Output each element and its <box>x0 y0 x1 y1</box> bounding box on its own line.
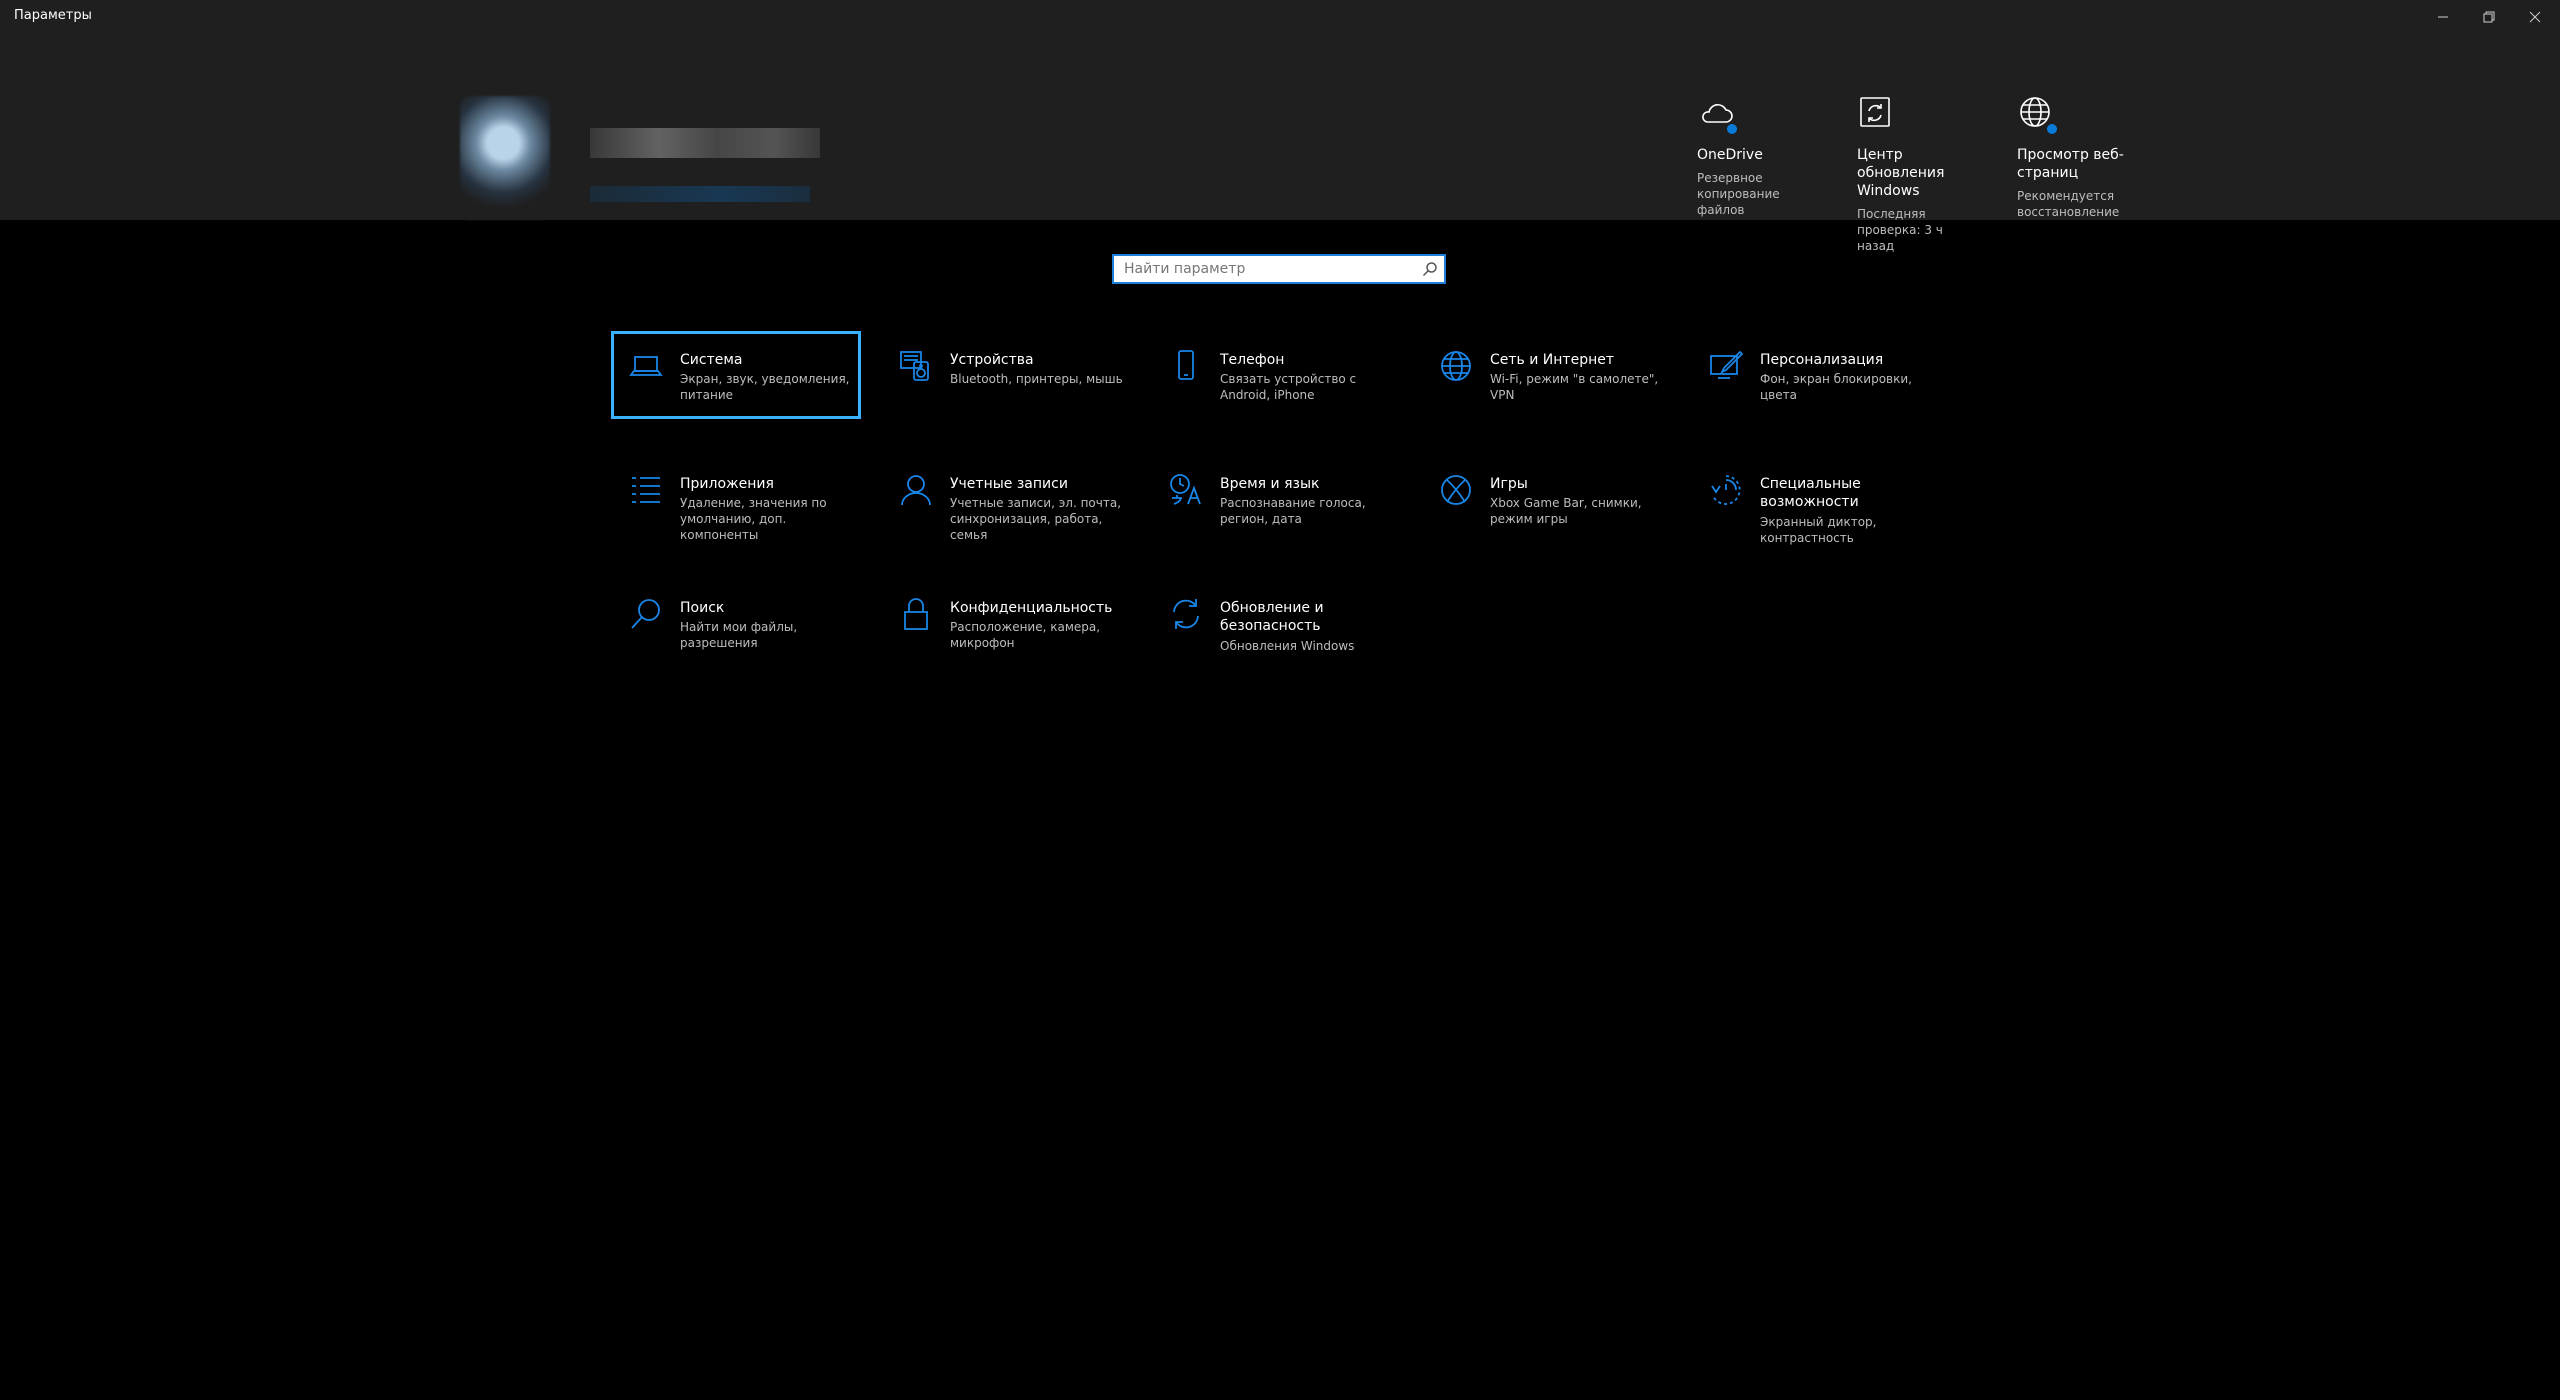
minimize-button[interactable] <box>2420 0 2466 34</box>
tile-subtitle: Bluetooth, принтеры, мышь <box>950 372 1123 386</box>
tile-title: Устройства <box>950 352 1034 368</box>
tile-title: Приложения <box>680 476 774 492</box>
tile-title: Система <box>680 352 743 368</box>
notification-dot <box>2045 122 2059 136</box>
quick-link-subtitle: Последняя проверка: 3 ч назад <box>1857 207 1943 253</box>
phone-icon <box>1168 348 1204 384</box>
tile-subtitle: Найти мои файлы, разрешения <box>680 620 798 650</box>
tile-apps[interactable]: Приложения Удаление, значения по умолчан… <box>611 455 861 543</box>
windows-update-icon <box>1857 94 1897 134</box>
tile-title: Учетные записи <box>950 476 1068 492</box>
search-input[interactable] <box>1114 256 1444 282</box>
tile-title: Персонализация <box>1760 352 1884 368</box>
tile-subtitle: Обновления Windows <box>1220 639 1355 653</box>
tile-subtitle: Wi-Fi, режим "в самолете", VPN <box>1490 372 1659 402</box>
account-name-redacted <box>590 128 820 158</box>
tile-subtitle: Xbox Game Bar, снимки, режим игры <box>1490 496 1642 526</box>
xbox-icon <box>1438 472 1474 508</box>
user-icon <box>898 472 934 508</box>
tile-subtitle: Фон, экран блокировки, цвета <box>1760 372 1912 402</box>
tile-subtitle: Распознавание голоса, регион, дата <box>1220 496 1366 526</box>
close-button[interactable] <box>2512 0 2558 34</box>
onedrive-cloud-icon <box>1697 94 1739 136</box>
quick-link-subtitle: Рекомендуется восстановление <box>2017 189 2120 219</box>
tile-title: Специальные возможности <box>1760 476 1861 510</box>
tile-subtitle: Экранный диктор, контрастность <box>1760 515 1877 545</box>
quick-link-web-browsing[interactable]: Просмотр веб-страниц Рекомендуется восст… <box>2017 94 2187 220</box>
account-email-redacted <box>590 186 810 202</box>
tile-phone[interactable]: Телефон Связать устройство с Android, iP… <box>1151 331 1401 419</box>
search-box[interactable] <box>1112 254 1446 284</box>
tile-title: Время и язык <box>1220 476 1320 492</box>
title-bar: Параметры <box>0 0 2560 34</box>
window-title: Параметры <box>14 8 92 23</box>
tile-subtitle: Экран, звук, уведомления, питание <box>680 372 850 402</box>
quick-link-title: Просмотр веб-страниц <box>2017 147 2124 181</box>
laptop-icon <box>628 348 664 384</box>
restore-button[interactable] <box>2466 0 2512 34</box>
settings-header: OneDrive Резервное копирование файлов Це… <box>0 34 2560 253</box>
tile-subtitle: Удаление, значения по умолчанию, доп. ко… <box>680 496 827 542</box>
minimize-icon <box>2438 16 2448 18</box>
quick-link-title: OneDrive <box>1697 147 1763 163</box>
tile-title: Поиск <box>680 600 725 616</box>
tile-time-language[interactable]: Время и язык Распознавание голоса, регио… <box>1151 455 1401 543</box>
tile-privacy[interactable]: Конфиденциальность Расположение, камера,… <box>881 579 1131 667</box>
avatar[interactable] <box>460 96 550 220</box>
tile-gaming[interactable]: Игры Xbox Game Bar, снимки, режим игры <box>1421 455 1671 543</box>
tile-personalization[interactable]: Персонализация Фон, экран блокировки, цв… <box>1691 331 1941 419</box>
tile-accounts[interactable]: Учетные записи Учетные записи, эл. почта… <box>881 455 1131 543</box>
close-icon <box>2529 11 2541 23</box>
tile-title: Телефон <box>1220 352 1285 368</box>
devices-icon <box>898 348 934 384</box>
tile-title: Игры <box>1490 476 1528 492</box>
tile-update-security[interactable]: Обновление и безопасность Обновления Win… <box>1151 579 1401 667</box>
tile-accessibility[interactable]: Специальные возможности Экранный диктор,… <box>1691 455 1941 545</box>
tile-subtitle: Расположение, камера, микрофон <box>950 620 1101 650</box>
tile-title: Конфиденциальность <box>950 600 1113 616</box>
tile-title: Обновление и безопасность <box>1220 600 1324 634</box>
quick-link-windows-update[interactable]: Центр обновления Windows Последняя прове… <box>1857 94 2027 254</box>
tile-devices[interactable]: Устройства Bluetooth, принтеры, мышь <box>881 331 1131 419</box>
quick-link-subtitle: Резервное копирование файлов <box>1697 171 1780 217</box>
globe-icon <box>1438 348 1474 384</box>
quick-link-title: Центр обновления Windows <box>1857 147 1945 199</box>
tile-network[interactable]: Сеть и Интернет Wi-Fi, режим "в самолете… <box>1421 331 1671 419</box>
tile-title: Сеть и Интернет <box>1490 352 1614 368</box>
apps-list-icon <box>628 472 664 508</box>
tile-subtitle: Учетные записи, эл. почта, синхронизация… <box>950 496 1122 542</box>
tile-system[interactable]: Система Экран, звук, уведомления, питани… <box>611 331 861 419</box>
personalization-icon <box>1708 348 1744 384</box>
restore-icon <box>2483 11 2495 23</box>
notification-dot <box>1725 122 1739 136</box>
search-icon <box>628 596 664 632</box>
tile-subtitle: Связать устройство с Android, iPhone <box>1220 372 1357 402</box>
time-language-icon <box>1168 472 1204 508</box>
accessibility-icon <box>1708 472 1744 508</box>
quick-link-onedrive[interactable]: OneDrive Резервное копирование файлов <box>1697 94 1867 218</box>
lock-icon <box>898 596 934 632</box>
search-icon[interactable] <box>1422 261 1438 277</box>
globe-icon <box>2017 94 2059 136</box>
update-sync-icon <box>1168 596 1204 632</box>
tile-search[interactable]: Поиск Найти мои файлы, разрешения <box>611 579 861 667</box>
